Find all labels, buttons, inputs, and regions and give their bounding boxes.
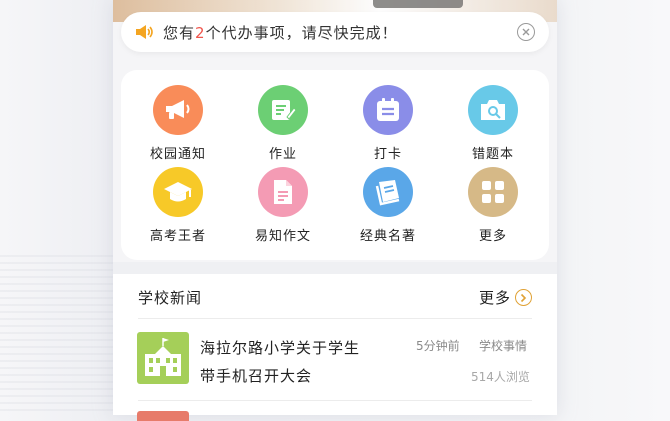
divider [138, 400, 532, 401]
grid-item-gaokao-king[interactable]: 高考王者 [133, 167, 223, 244]
grid-item-label: 打卡 [373, 147, 402, 162]
section-title: 学校新闻 [138, 289, 203, 307]
book-icon [363, 167, 413, 217]
grid-item-homework[interactable]: 作业 [238, 85, 328, 162]
background-stripes [0, 255, 130, 415]
calendar-icon [363, 85, 413, 135]
grid-item-more[interactable]: 更多 [448, 167, 538, 244]
grid-item-classic-books[interactable]: 经典名著 [343, 167, 433, 244]
news-thumbnail[interactable] [137, 411, 189, 421]
graduation-cap-icon [153, 167, 203, 217]
grid-item-label: 错题本 [471, 147, 514, 162]
edit-note-icon [258, 85, 308, 135]
grid-item-label: 易知作文 [254, 229, 311, 244]
grid-item-yizhi-essay[interactable]: 易知作文 [238, 167, 328, 244]
divider [138, 318, 532, 319]
notice-prefix: 您有 [163, 24, 196, 42]
chevron-right-icon[interactable] [515, 289, 532, 306]
notice-suffix: 个代办事项，请尽快完成！ [205, 24, 398, 42]
close-icon [522, 28, 530, 36]
school-building-icon [137, 332, 189, 384]
section-divider [113, 262, 557, 274]
speaker-icon [136, 25, 153, 39]
grid-item-label: 校园通知 [149, 147, 206, 162]
grid-item-label: 作业 [268, 147, 297, 162]
grid-item-label: 更多 [478, 229, 507, 244]
megaphone-icon [153, 85, 203, 135]
school-news-section: 学校新闻 更多 海拉尔路小学关于学生带手机召开大会 5分钟前 学校事情 514人… [113, 274, 557, 421]
news-views: 514人浏览 [471, 370, 530, 384]
camera-icon [468, 85, 518, 135]
app-screen: 您有2个代办事项，请尽快完成！ 校园通知 作业 打卡 错题本 高考王者 易知作文… [113, 0, 557, 421]
todo-notice-bar[interactable]: 您有2个代办事项，请尽快完成！ [121, 12, 549, 52]
grid-item-label: 经典名著 [359, 229, 416, 244]
feature-grid: 校园通知 作业 打卡 错题本 高考王者 易知作文 经典名著 更多 [121, 70, 549, 260]
grid-item-campus-notice[interactable]: 校园通知 [133, 85, 223, 162]
grid-item-check-in[interactable]: 打卡 [343, 85, 433, 162]
notice-text: 您有2个代办事项，请尽快完成！ [163, 22, 398, 43]
grid-item-mistake-book[interactable]: 错题本 [448, 85, 538, 162]
news-title: 海拉尔路小学关于学生带手机召开大会 [200, 339, 361, 385]
grid-icon [468, 167, 518, 217]
grid-item-label: 高考王者 [149, 229, 206, 244]
more-news-link[interactable]: 更多 [479, 287, 511, 308]
news-category: 学校事情 [479, 339, 528, 353]
document-icon [258, 167, 308, 217]
news-time: 5分钟前 [416, 339, 460, 353]
todo-count: 2 [195, 24, 206, 42]
close-notice-button[interactable] [517, 23, 535, 41]
